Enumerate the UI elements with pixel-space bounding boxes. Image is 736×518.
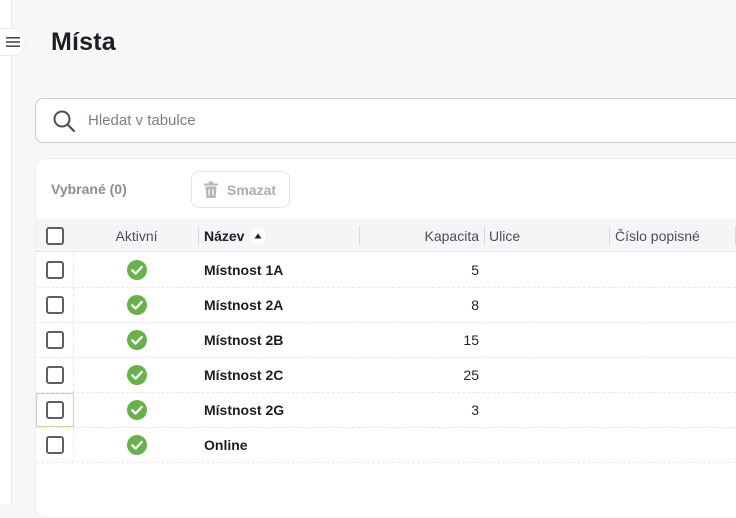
table-row[interactable]: Online xyxy=(36,428,736,463)
table-row[interactable]: Místnost 1A 5 xyxy=(36,253,736,288)
row-capacity-cell: 8 xyxy=(471,297,479,313)
table-header: Aktivní Název Kapacita Ulice Číslo popis… xyxy=(36,219,736,252)
delete-button[interactable]: Smazat xyxy=(191,171,290,208)
row-name-cell: Místnost 1A xyxy=(204,262,284,278)
column-header-active-label: Aktivní xyxy=(115,227,158,244)
search-icon xyxy=(53,110,76,132)
row-street-cell xyxy=(489,253,610,287)
row-capacity-cell: 25 xyxy=(463,367,479,383)
row-name-cell: Místnost 2G xyxy=(204,402,285,418)
row-checkbox[interactable] xyxy=(45,261,64,279)
table-row[interactable]: Místnost 2A 8 xyxy=(36,288,736,323)
row-street-cell xyxy=(489,323,610,357)
column-header-street-label: Ulice xyxy=(489,227,521,244)
trash-icon xyxy=(204,181,218,198)
check-circle-icon xyxy=(126,260,147,280)
column-header-house-number-label: Číslo popisné xyxy=(615,227,700,244)
column-header-street[interactable]: Ulice xyxy=(485,219,610,252)
row-checkbox[interactable] xyxy=(45,401,64,419)
row-active-cell xyxy=(74,288,199,322)
check-circle-icon xyxy=(126,435,147,455)
row-house-number-cell xyxy=(615,393,736,427)
sidebar-rail xyxy=(0,0,12,504)
row-house-number-cell xyxy=(615,288,736,322)
table-card: Vybrané (0) Smazat Aktivní Název Kapacit… xyxy=(35,158,736,518)
row-name-cell: Místnost 2B xyxy=(204,332,284,348)
row-active-cell xyxy=(74,428,199,462)
selected-count: Vybrané (0) xyxy=(51,181,127,197)
row-street-cell xyxy=(489,358,610,392)
menu-toggle-button[interactable] xyxy=(0,28,26,56)
column-header-house-number[interactable]: Číslo popisné xyxy=(610,219,736,252)
page-title: Místa xyxy=(51,28,116,56)
row-checkbox[interactable] xyxy=(45,331,64,349)
row-street-cell xyxy=(489,393,610,427)
check-circle-icon xyxy=(126,330,147,350)
check-circle-icon xyxy=(126,400,147,420)
row-house-number-cell xyxy=(615,253,736,287)
row-name-cell: Místnost 2C xyxy=(204,367,284,383)
row-name-cell: Místnost 2A xyxy=(204,297,284,313)
table-toolbar: Vybrané (0) Smazat xyxy=(36,159,736,219)
search-bar[interactable] xyxy=(35,98,736,143)
table-row[interactable]: Místnost 2C 25 xyxy=(36,358,736,393)
select-all-checkbox[interactable] xyxy=(46,226,64,245)
row-checkbox[interactable] xyxy=(45,296,64,314)
row-house-number-cell xyxy=(615,358,736,392)
sort-ascending-icon xyxy=(250,227,267,244)
column-header-active[interactable]: Aktivní xyxy=(74,219,199,252)
row-checkbox[interactable] xyxy=(45,366,64,384)
check-circle-icon xyxy=(126,295,147,315)
row-active-cell xyxy=(74,393,199,427)
row-name-cell: Online xyxy=(204,437,248,453)
row-select-cell xyxy=(36,323,74,357)
row-select-cell xyxy=(36,253,74,287)
row-select-cell xyxy=(36,288,74,322)
row-capacity-cell: 3 xyxy=(471,402,479,418)
row-checkbox[interactable] xyxy=(45,436,64,454)
table-row[interactable]: Místnost 2B 15 xyxy=(36,323,736,358)
hamburger-icon xyxy=(5,37,20,47)
delete-button-label: Smazat xyxy=(227,181,277,198)
column-header-name[interactable]: Název xyxy=(199,219,360,252)
row-select-cell xyxy=(36,393,74,427)
search-input[interactable] xyxy=(88,112,688,129)
row-capacity-cell: 15 xyxy=(463,332,479,348)
column-header-capacity-label: Kapacita xyxy=(424,227,479,244)
row-street-cell xyxy=(489,428,610,462)
row-active-cell xyxy=(74,253,199,287)
row-select-cell xyxy=(36,428,74,462)
row-street-cell xyxy=(489,288,610,322)
row-capacity-cell xyxy=(360,428,479,462)
table-row[interactable]: Místnost 2G 3 xyxy=(36,393,736,428)
header-select-all-cell xyxy=(36,219,74,252)
row-house-number-cell xyxy=(615,323,736,357)
check-circle-icon xyxy=(126,365,147,385)
column-header-name-label: Název xyxy=(204,227,245,244)
row-select-cell xyxy=(36,358,74,392)
column-header-capacity[interactable]: Kapacita xyxy=(360,219,485,252)
row-active-cell xyxy=(74,323,199,357)
row-active-cell xyxy=(74,358,199,392)
row-capacity-cell: 5 xyxy=(471,262,479,278)
row-house-number-cell xyxy=(615,428,736,462)
